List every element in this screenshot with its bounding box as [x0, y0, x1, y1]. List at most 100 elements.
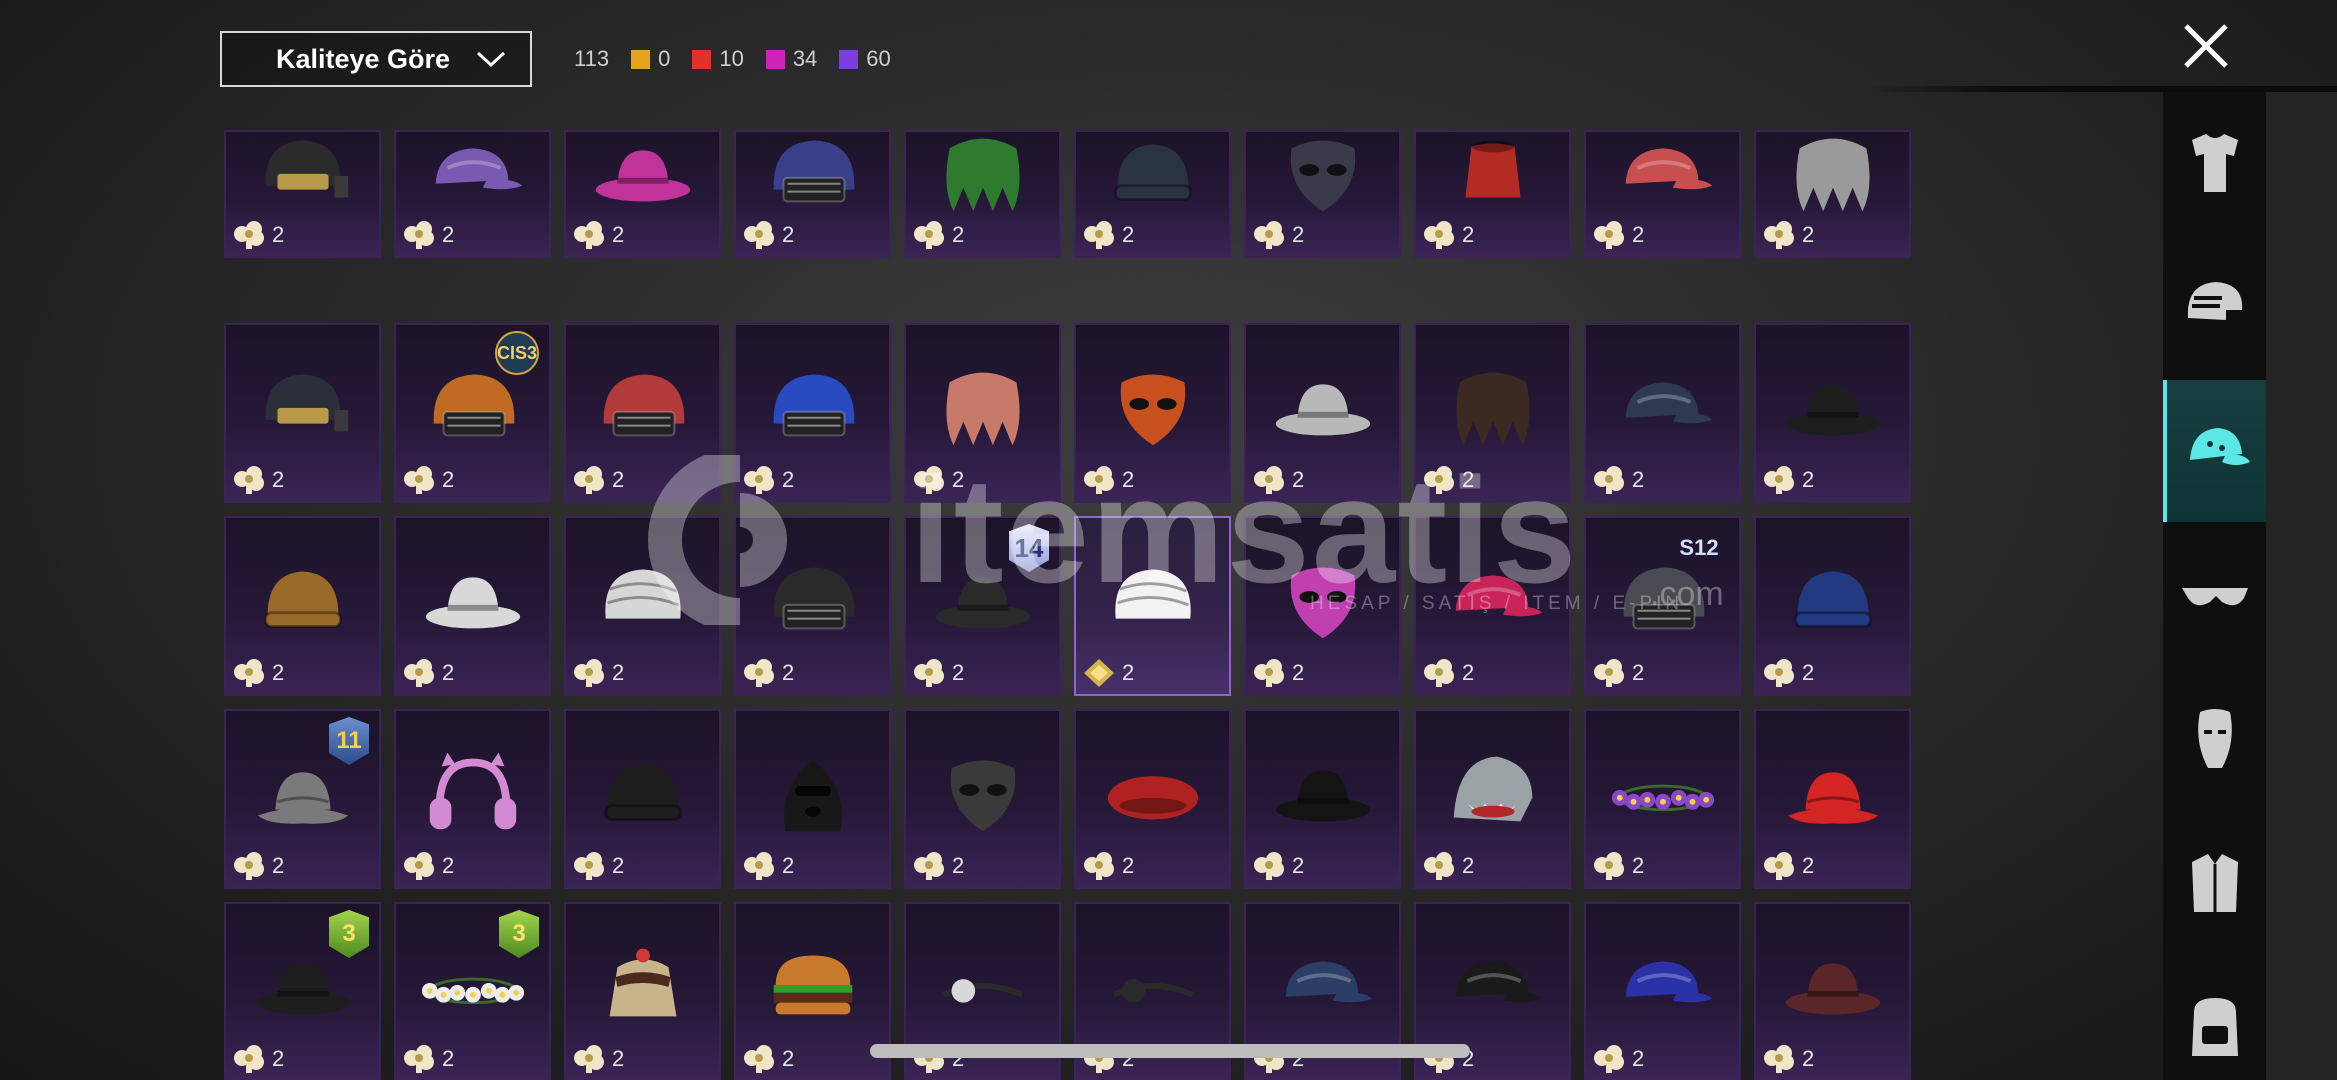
- sidebar-tab-glasses[interactable]: [2163, 524, 2266, 666]
- hat-icon: [1275, 384, 1370, 436]
- item-quantity: 2: [1592, 1044, 1644, 1074]
- bp-coin-icon: [1594, 852, 1624, 880]
- close-icon[interactable]: [2180, 20, 2232, 72]
- rarity-count-value: 0: [658, 46, 671, 71]
- item-quantity-value: 2: [272, 1046, 285, 1071]
- item-quantity: 2: [1252, 851, 1304, 881]
- backpack-icon: [2191, 998, 2238, 1056]
- bp-coin-icon: [574, 852, 604, 880]
- item-quantity: 2: [232, 851, 284, 881]
- inventory-item[interactable]: 2: [564, 709, 721, 889]
- inventory-item[interactable]: 2: [394, 130, 551, 258]
- inventory-item[interactable]: 2: [1754, 709, 1911, 889]
- inventory-item[interactable]: 2: [904, 709, 1061, 889]
- bp-coin-icon: [404, 852, 434, 880]
- item-quantity: 2: [742, 220, 794, 250]
- rarity-count-legendary: 0: [631, 46, 670, 72]
- sidebar-tab-mask[interactable]: [2163, 668, 2266, 810]
- outfit-icon: [2191, 134, 2238, 192]
- sidebar-tab-jacket[interactable]: [2163, 812, 2266, 954]
- cap-icon: [1455, 575, 1542, 617]
- inventory-item[interactable]: S12 2: [1584, 516, 1741, 696]
- inventory-item[interactable]: 2: [224, 323, 381, 503]
- inventory-item[interactable]: 2: [1414, 516, 1571, 696]
- inventory-item[interactable]: 2: [1754, 516, 1911, 696]
- bp-coin-icon: [1424, 659, 1454, 687]
- item-quantity: 2: [912, 465, 964, 495]
- inventory-item[interactable]: 2: [1244, 323, 1401, 503]
- inventory-item[interactable]: 2: [1074, 130, 1231, 258]
- rarity-count-rare: 60: [839, 46, 891, 72]
- cap-icon: [1625, 382, 1712, 424]
- fez-icon: [1465, 140, 1520, 198]
- bp-coin-icon: [404, 659, 434, 687]
- item-quantity: 2: [1592, 220, 1644, 250]
- sidebar-tab-backpack[interactable]: [2163, 956, 2266, 1080]
- item-quantity-value: 2: [1462, 853, 1475, 878]
- bp-coin-icon: [234, 852, 264, 880]
- item-quantity: 2: [572, 658, 624, 688]
- item-quantity: 2: [1082, 851, 1134, 881]
- bp-coin-icon: [1764, 221, 1794, 249]
- inventory-item[interactable]: 2: [1754, 130, 1911, 258]
- inventory-item[interactable]: 32: [224, 902, 381, 1080]
- item-grid: 2 2 2 2 2 2 2 2 2 2 2 CIS3 2 2 2 2 2 2 2 2 2 2 2 2 2 14 2 2 2 2 S12 2 2 1…: [224, 130, 1914, 1080]
- inventory-item[interactable]: 2: [734, 130, 891, 258]
- inventory-item[interactable]: 2: [1074, 323, 1231, 503]
- inventory-item[interactable]: 2: [564, 902, 721, 1080]
- inventory-item[interactable]: 11 2: [224, 709, 381, 889]
- inventory-item[interactable]: 2: [1414, 323, 1571, 503]
- inventory-item[interactable]: 2: [1414, 709, 1571, 889]
- inventory-item[interactable]: 2: [1074, 709, 1231, 889]
- inventory-item[interactable]: 2: [224, 130, 381, 258]
- inventory-item[interactable]: 2: [1074, 516, 1231, 696]
- inventory-item[interactable]: 2: [904, 323, 1061, 503]
- inventory-item[interactable]: 2: [1414, 130, 1571, 258]
- inventory-item[interactable]: 2: [394, 516, 551, 696]
- inventory-item[interactable]: 2: [394, 709, 551, 889]
- rarity-count-mythic: 10: [692, 46, 744, 72]
- inventory-item[interactable]: 2: [1584, 902, 1741, 1080]
- inventory-item[interactable]: 2: [564, 516, 721, 696]
- inventory-item[interactable]: 2: [1244, 130, 1401, 258]
- rarity-count-value: 60: [866, 46, 891, 71]
- item-quantity-value: 2: [1802, 1046, 1815, 1071]
- sidebar-tab-outfit[interactable]: [2163, 92, 2266, 234]
- item-quantity-value: 2: [272, 660, 285, 685]
- inventory-item[interactable]: 2: [734, 323, 891, 503]
- cap-icon: [1455, 961, 1542, 1003]
- home-indicator[interactable]: [870, 1044, 1470, 1058]
- inventory-item[interactable]: 2: [734, 516, 891, 696]
- inventory-item[interactable]: 2: [734, 709, 891, 889]
- item-quantity-value: 2: [1122, 222, 1135, 247]
- item-quantity-value: 2: [952, 853, 965, 878]
- item-quantity-value: 2: [442, 853, 455, 878]
- inventory-item[interactable]: 2: [1754, 902, 1911, 1080]
- inventory-item[interactable]: 2: [904, 130, 1061, 258]
- premium-coin-icon: [1084, 659, 1114, 687]
- inventory-item[interactable]: 2: [1754, 323, 1911, 503]
- inventory-item[interactable]: 2: [1584, 130, 1741, 258]
- inventory-item[interactable]: 2: [564, 323, 721, 503]
- sort-dropdown[interactable]: Kaliteye Göre: [220, 31, 532, 87]
- inventory-item[interactable]: 32: [394, 902, 551, 1080]
- tactical-helmet-icon: [265, 140, 348, 198]
- item-quantity: 2: [1422, 220, 1474, 250]
- inventory-item[interactable]: 2: [564, 130, 721, 258]
- item-quantity-value: 2: [442, 1046, 455, 1071]
- sidebar-tab-cap[interactable]: [2163, 380, 2266, 522]
- item-quantity: 2: [742, 851, 794, 881]
- item-quantity-value: 2: [612, 467, 625, 492]
- inventory-item[interactable]: 14 2: [904, 516, 1061, 696]
- rarity-count-value: 34: [792, 46, 818, 71]
- item-quantity-value: 2: [612, 1046, 625, 1071]
- tactical-helmet-icon: [265, 374, 348, 432]
- inventory-item[interactable]: 2: [734, 902, 891, 1080]
- inventory-item[interactable]: CIS3 2: [394, 323, 551, 503]
- inventory-item[interactable]: 2: [1584, 709, 1741, 889]
- inventory-item[interactable]: 2: [224, 516, 381, 696]
- inventory-item[interactable]: 2: [1244, 709, 1401, 889]
- sidebar-tab-helmet[interactable]: [2163, 236, 2266, 378]
- inventory-item[interactable]: 2: [1244, 516, 1401, 696]
- inventory-item[interactable]: 2: [1584, 323, 1741, 503]
